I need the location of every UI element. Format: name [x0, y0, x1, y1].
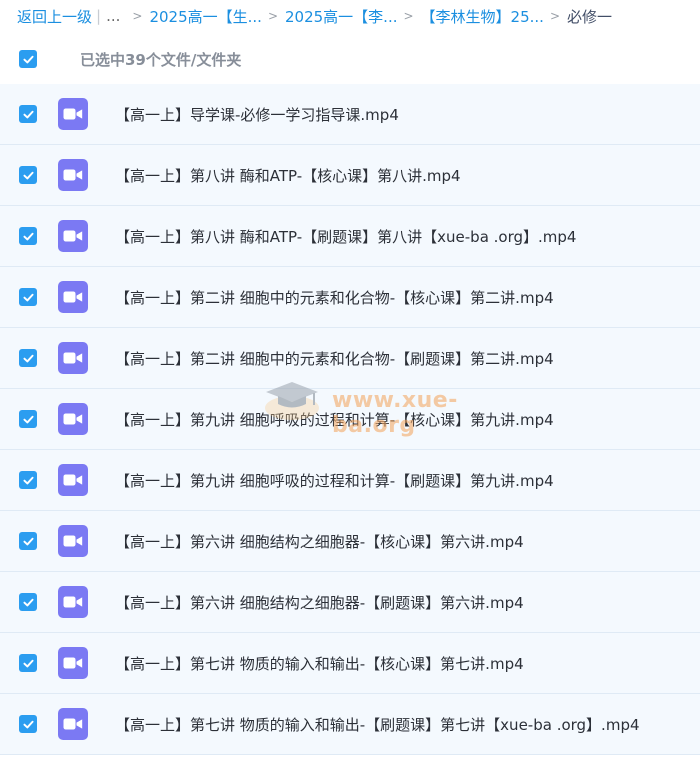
file-checkbox[interactable] — [19, 288, 37, 306]
file-checkbox[interactable] — [19, 715, 37, 733]
file-row[interactable]: 【高一上】第六讲 细胞结构之细胞器-【刷题课】第六讲.mp4 — [0, 572, 700, 633]
chevron-right-icon: > — [267, 9, 278, 23]
chevron-right-icon: > — [132, 9, 143, 23]
checkmark-icon — [22, 110, 34, 118]
video-file-icon — [58, 98, 88, 130]
file-row[interactable]: 【高一上】第七讲 物质的输入和输出-【核心课】第七讲.mp4 — [0, 633, 700, 694]
back-button[interactable]: 返回上一级 — [17, 6, 92, 27]
file-checkbox[interactable] — [19, 654, 37, 672]
file-name[interactable]: 【高一上】导学课-必修一学习指导课.mp4 — [115, 104, 399, 125]
video-file-icon — [58, 159, 88, 191]
file-name[interactable]: 【高一上】第二讲 细胞中的元素和化合物-【刷题课】第二讲.mp4 — [115, 348, 554, 369]
file-row[interactable]: 【高一上】第九讲 细胞呼吸的过程和计算-【刷题课】第九讲.mp4 — [0, 450, 700, 511]
video-camera-icon — [63, 718, 83, 730]
selection-status: 已选中39个文件/文件夹 — [80, 50, 242, 69]
file-checkbox[interactable] — [19, 532, 37, 550]
video-file-icon — [58, 647, 88, 679]
file-name[interactable]: 【高一上】第七讲 物质的输入和输出-【刷题课】第七讲【xue-ba .org】.… — [115, 714, 640, 735]
checkmark-icon — [22, 232, 34, 240]
video-file-icon — [58, 342, 88, 374]
breadcrumb-item-1[interactable]: 2025高一【生... — [149, 6, 261, 27]
file-checkbox[interactable] — [19, 166, 37, 184]
video-camera-icon — [63, 291, 83, 303]
file-name[interactable]: 【高一上】第九讲 细胞呼吸的过程和计算-【刷题课】第九讲.mp4 — [115, 470, 554, 491]
file-row[interactable]: 【高一上】第八讲 酶和ATP-【核心课】第八讲.mp4 — [0, 145, 700, 206]
file-list: 【高一上】导学课-必修一学习指导课.mp4 【高一上】第八讲 酶和ATP-【核心课… — [0, 84, 700, 755]
file-name[interactable]: 【高一上】第六讲 细胞结构之细胞器-【刷题课】第六讲.mp4 — [115, 592, 524, 613]
checkmark-icon — [22, 476, 34, 484]
breadcrumb-item-3[interactable]: 【李林生物】25... — [421, 6, 544, 27]
file-checkbox[interactable] — [19, 349, 37, 367]
video-camera-icon — [63, 352, 83, 364]
file-name[interactable]: 【高一上】第九讲 细胞呼吸的过程和计算-【核心课】第九讲.mp4 — [115, 409, 554, 430]
chevron-right-icon: > — [549, 9, 561, 23]
video-file-icon — [58, 586, 88, 618]
breadcrumb-item-2[interactable]: 2025高一【李... — [285, 6, 397, 27]
video-file-icon — [58, 281, 88, 313]
breadcrumb-ellipsis[interactable]: ... — [106, 7, 120, 25]
breadcrumb: 返回上一级 | ... > 2025高一【生... > 2025高一【李... … — [0, 0, 700, 32]
file-row[interactable]: 【高一上】第六讲 细胞结构之细胞器-【核心课】第六讲.mp4 — [0, 511, 700, 572]
file-name[interactable]: 【高一上】第八讲 酶和ATP-【刷题课】第八讲【xue-ba .org】.mp4 — [115, 226, 576, 247]
video-file-icon — [58, 525, 88, 557]
file-name[interactable]: 【高一上】第七讲 物质的输入和输出-【核心课】第七讲.mp4 — [115, 653, 524, 674]
video-file-icon — [58, 708, 88, 740]
checkmark-icon — [22, 55, 34, 63]
select-all-checkbox[interactable] — [19, 50, 37, 68]
video-camera-icon — [63, 169, 83, 181]
checkmark-icon — [22, 354, 34, 362]
checkmark-icon — [22, 537, 34, 545]
breadcrumb-current: 必修一 — [567, 7, 613, 26]
file-row[interactable]: 【高一上】第二讲 细胞中的元素和化合物-【刷题课】第二讲.mp4 — [0, 328, 700, 389]
video-camera-icon — [63, 108, 83, 120]
checkmark-icon — [22, 293, 34, 301]
video-camera-icon — [63, 596, 83, 608]
file-row[interactable]: 【高一上】第九讲 细胞呼吸的过程和计算-【核心课】第九讲.mp4 — [0, 389, 700, 450]
file-checkbox[interactable] — [19, 593, 37, 611]
video-file-icon — [58, 220, 88, 252]
file-name[interactable]: 【高一上】第六讲 细胞结构之细胞器-【核心课】第六讲.mp4 — [115, 531, 524, 552]
file-checkbox[interactable] — [19, 410, 37, 428]
video-camera-icon — [63, 413, 83, 425]
video-camera-icon — [63, 535, 83, 547]
file-row[interactable]: 【高一上】导学课-必修一学习指导课.mp4 — [0, 84, 700, 145]
file-row[interactable]: 【高一上】第二讲 细胞中的元素和化合物-【核心课】第二讲.mp4 — [0, 267, 700, 328]
video-camera-icon — [63, 230, 83, 242]
select-all-row: 已选中39个文件/文件夹 — [0, 36, 700, 82]
checkmark-icon — [22, 720, 34, 728]
checkmark-icon — [22, 415, 34, 423]
file-name[interactable]: 【高一上】第八讲 酶和ATP-【核心课】第八讲.mp4 — [115, 165, 461, 186]
file-row[interactable]: 【高一上】第七讲 物质的输入和输出-【刷题课】第七讲【xue-ba .org】.… — [0, 694, 700, 755]
checkmark-icon — [22, 171, 34, 179]
file-name[interactable]: 【高一上】第二讲 细胞中的元素和化合物-【核心课】第二讲.mp4 — [115, 287, 554, 308]
chevron-right-icon: > — [403, 9, 414, 23]
video-file-icon — [58, 464, 88, 496]
file-row[interactable]: 【高一上】第八讲 酶和ATP-【刷题课】第八讲【xue-ba .org】.mp4 — [0, 206, 700, 267]
checkmark-icon — [22, 659, 34, 667]
video-camera-icon — [63, 657, 83, 669]
breadcrumb-divider: | — [96, 7, 102, 25]
file-checkbox[interactable] — [19, 471, 37, 489]
video-file-icon — [58, 403, 88, 435]
file-checkbox[interactable] — [19, 227, 37, 245]
checkmark-icon — [22, 598, 34, 606]
video-camera-icon — [63, 474, 83, 486]
file-checkbox[interactable] — [19, 105, 37, 123]
